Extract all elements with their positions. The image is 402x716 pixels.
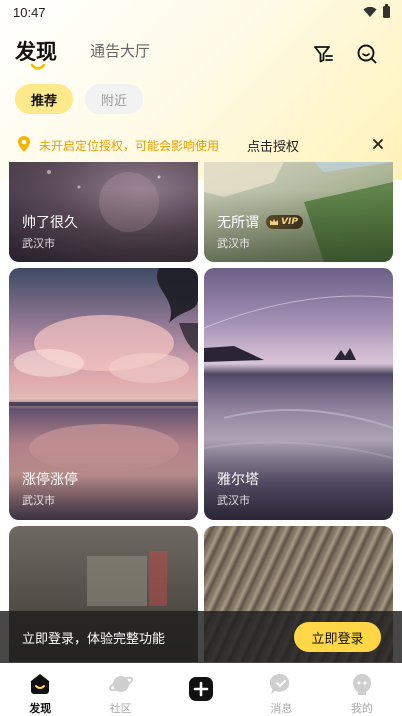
- filter-icon[interactable]: [312, 43, 334, 65]
- status-bar: 10:47: [0, 0, 402, 24]
- tab-discover[interactable]: 发现: [15, 36, 57, 66]
- card-city: 武汉市: [22, 494, 55, 507]
- add-post-icon: [189, 677, 214, 701]
- card-name: 帅了很久: [22, 215, 78, 231]
- card-name: 雅尔塔: [217, 472, 259, 488]
- planet-icon: [108, 676, 133, 692]
- login-button[interactable]: 立即登录: [294, 622, 381, 652]
- tab-notice-hall[interactable]: 通告大厅: [90, 40, 150, 61]
- location-pin-icon: [18, 136, 30, 152]
- crown-icon: [270, 219, 278, 225]
- profile-grid: 帅了很久 武汉市 无所谓 VIP 武汉市 涨停涨停 武汉市 雅尔塔 武汉市: [0, 162, 402, 662]
- battery-icon: [383, 4, 390, 18]
- profile-card[interactable]: 无所谓 VIP 武汉市: [204, 162, 393, 262]
- login-prompt-text: 立即登录，体验完整功能: [22, 632, 166, 647]
- login-prompt-bar: 立即登录，体验完整功能 立即登录: [0, 611, 402, 663]
- card-city: 武汉市: [217, 237, 250, 250]
- smile-indicator-icon: [30, 63, 46, 70]
- profile-card[interactable]: 涨停涨停 武汉市: [9, 268, 198, 520]
- location-permission-banner: 未开启定位授权，可能会影响使用 点击授权: [0, 128, 402, 162]
- nav-item-me[interactable]: 我的: [322, 663, 402, 716]
- home-icon: [31, 674, 50, 694]
- bottom-navigation: 发现 社区 消息 我的: [0, 663, 402, 716]
- nav-item-post[interactable]: [161, 663, 241, 716]
- nav-item-messages[interactable]: 消息: [241, 663, 321, 716]
- nav-item-community[interactable]: 社区: [80, 663, 160, 716]
- chip-nearby[interactable]: 附近: [85, 84, 143, 114]
- message-icon: [270, 673, 290, 694]
- vip-label: VIP: [281, 217, 298, 227]
- authorize-link[interactable]: 点击授权: [247, 136, 299, 155]
- nav-label-community: 社区: [109, 702, 132, 715]
- close-icon[interactable]: [371, 137, 385, 151]
- card-city: 武汉市: [217, 494, 250, 507]
- status-icons: [363, 4, 390, 18]
- card-city: 武汉市: [22, 237, 55, 250]
- nav-label-messages: 消息: [270, 702, 293, 715]
- chip-recommend[interactable]: 推荐: [15, 84, 73, 114]
- card-name: 无所谓: [217, 215, 259, 231]
- profile-icon: [352, 674, 371, 695]
- profile-card[interactable]: 帅了很久 武汉市: [9, 162, 198, 262]
- nav-label-me: 我的: [350, 702, 373, 715]
- top-header: 发现 通告大厅: [0, 30, 402, 80]
- filter-chips: 推荐 附近: [15, 84, 143, 114]
- card-name: 涨停涨停: [22, 472, 78, 488]
- status-time: 10:47: [13, 4, 46, 20]
- search-icon[interactable]: [356, 43, 378, 65]
- vip-badge: VIP: [266, 215, 303, 229]
- location-warning-text: 未开启定位授权，可能会影响使用: [39, 139, 220, 153]
- wifi-icon: [363, 6, 377, 17]
- profile-card[interactable]: 雅尔塔 武汉市: [204, 268, 393, 520]
- nav-label-discover: 发现: [29, 702, 52, 715]
- nav-item-discover[interactable]: 发现: [0, 663, 80, 716]
